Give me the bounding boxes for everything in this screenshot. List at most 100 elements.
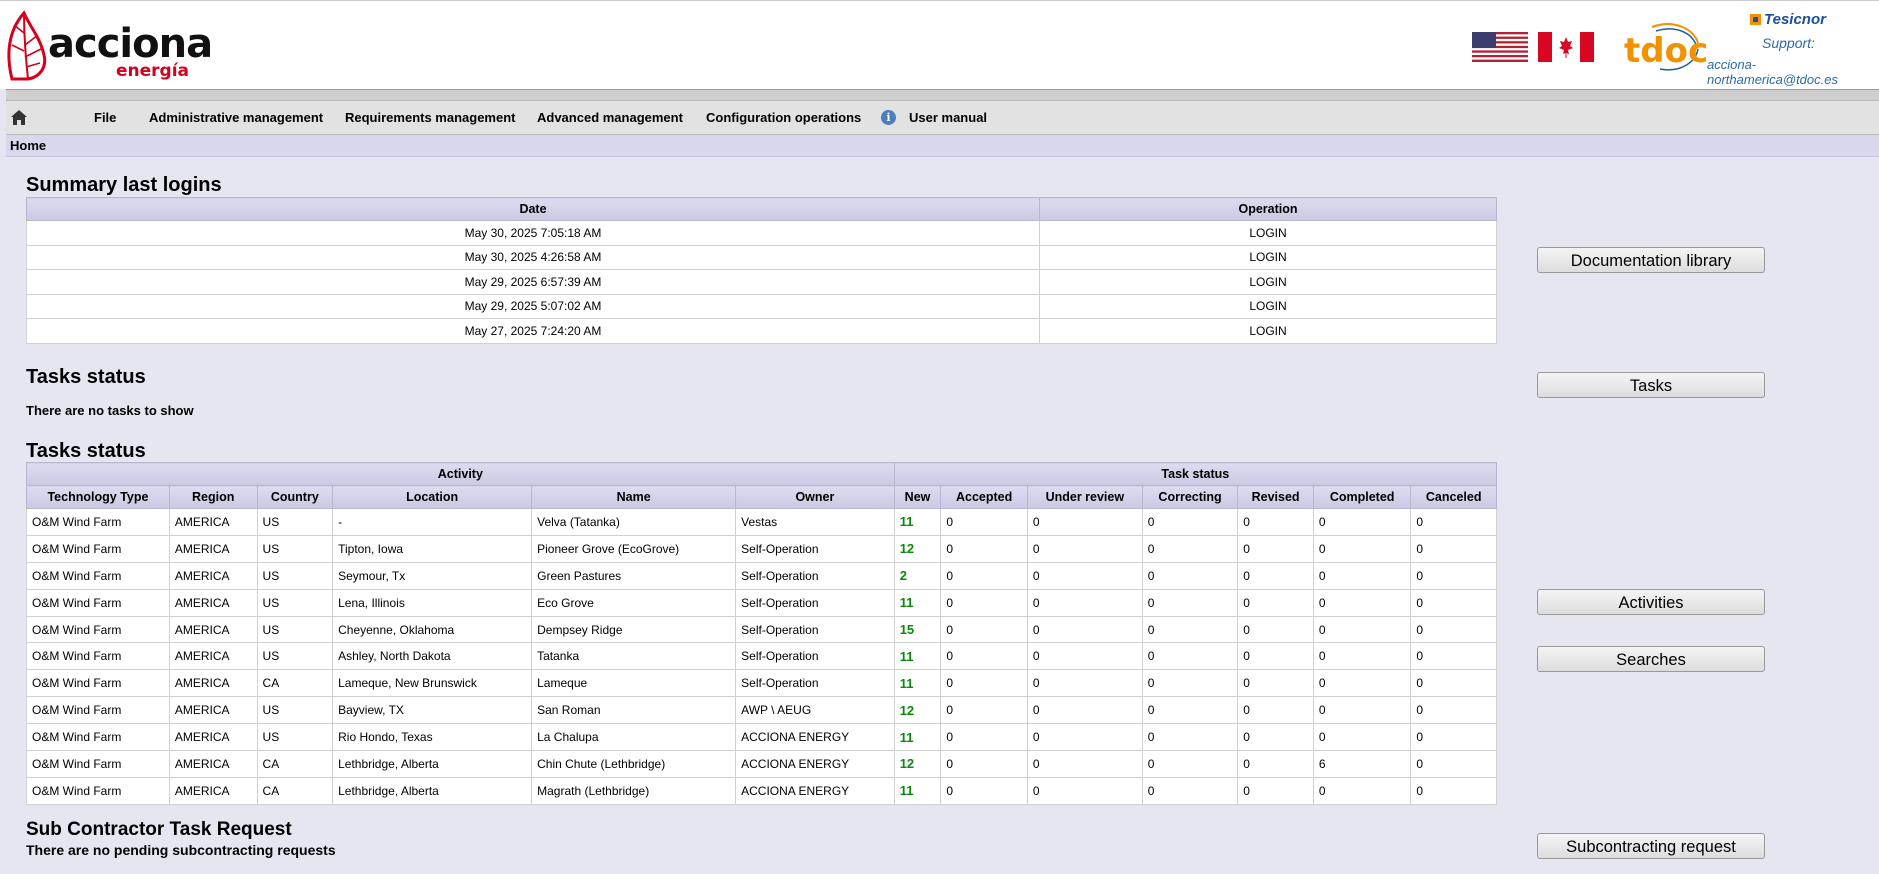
cell-completed[interactable]: 0 xyxy=(1312,534,1412,563)
flag-ca-icon[interactable] xyxy=(1538,32,1594,62)
cell-new[interactable]: 12 xyxy=(893,750,942,778)
cell-canceled[interactable]: 0 xyxy=(1410,534,1497,563)
menu-administrative-management[interactable]: Administrative management xyxy=(149,110,323,125)
cell-accepted[interactable]: 0 xyxy=(940,561,1028,590)
cell-accepted[interactable]: 0 xyxy=(940,669,1028,698)
cell-completed[interactable]: 0 xyxy=(1312,696,1412,725)
cell-completed[interactable]: 0 xyxy=(1312,642,1412,671)
column-header-new[interactable]: New xyxy=(893,485,942,509)
column-header-technology-type[interactable]: Technology Type xyxy=(26,485,170,509)
table-row[interactable]: O&M Wind Farm AMERICA US - Velva (Tatanka) Ve… xyxy=(26,508,1497,536)
searches-button[interactable]: Searches xyxy=(1537,646,1765,672)
cell-canceled[interactable]: 0 xyxy=(1410,723,1497,752)
cell-canceled[interactable]: 0 xyxy=(1410,750,1497,778)
table-row[interactable]: O&M Wind Farm AMERICA CA Lethbridge, Albert… xyxy=(26,776,1497,805)
table-row[interactable]: O&M Wind Farm AMERICA US Rio Hondo, Texas La… xyxy=(26,723,1497,752)
cell-completed[interactable]: 6 xyxy=(1312,750,1412,778)
cell-accepted[interactable]: 0 xyxy=(940,534,1028,563)
cell-correcting[interactable]: 0 xyxy=(1141,642,1239,671)
table-row[interactable]: O&M Wind Farm AMERICA US Cheyenne, Oklahoma… xyxy=(26,615,1497,644)
cell-canceled[interactable]: 0 xyxy=(1410,776,1497,805)
cell-under-review[interactable]: 0 xyxy=(1026,508,1143,536)
cell-new[interactable]: 11 xyxy=(893,776,942,805)
cell-revised[interactable]: 0 xyxy=(1237,696,1314,725)
flag-us-icon[interactable] xyxy=(1472,32,1528,62)
table-row[interactable]: O&M Wind Farm AMERICA US Lena, Illinois Eco … xyxy=(26,588,1497,617)
menu-advanced-management[interactable]: Advanced management xyxy=(537,110,683,125)
cell-canceled[interactable]: 0 xyxy=(1410,696,1497,725)
cell-revised[interactable]: 0 xyxy=(1237,561,1314,590)
cell-completed[interactable]: 0 xyxy=(1312,508,1412,536)
table-row[interactable]: O&M Wind Farm AMERICA CA Lethbridge, Albert… xyxy=(26,750,1497,778)
support-email-link[interactable]: acciona-northamerica@tdoc.es xyxy=(1707,57,1879,87)
column-header-owner[interactable]: Owner xyxy=(735,485,895,509)
cell-revised[interactable]: 0 xyxy=(1237,534,1314,563)
cell-new[interactable]: 12 xyxy=(893,534,942,563)
cell-accepted[interactable]: 0 xyxy=(940,508,1028,536)
column-header-name[interactable]: Name xyxy=(531,485,737,509)
column-header-date[interactable]: Date xyxy=(26,197,1040,221)
cell-new[interactable]: 11 xyxy=(893,642,942,671)
cell-canceled[interactable]: 0 xyxy=(1410,588,1497,617)
column-header-operation[interactable]: Operation xyxy=(1039,197,1497,221)
cell-completed[interactable]: 0 xyxy=(1312,615,1412,644)
cell-canceled[interactable]: 0 xyxy=(1410,561,1497,590)
table-row[interactable]: O&M Wind Farm AMERICA US Bayview, TX San Rom… xyxy=(26,696,1497,725)
table-row[interactable]: O&M Wind Farm AMERICA US Ashley, North Dako… xyxy=(26,642,1497,671)
cell-new[interactable]: 2 xyxy=(893,561,942,590)
tdoc-logo[interactable]: tdoc xyxy=(1622,17,1708,77)
menu-configuration-operations[interactable]: Configuration operations xyxy=(706,110,861,125)
column-header-revised[interactable]: Revised xyxy=(1237,485,1314,509)
cell-under-review[interactable]: 0 xyxy=(1026,588,1143,617)
info-icon[interactable]: i xyxy=(881,110,896,125)
cell-correcting[interactable]: 0 xyxy=(1141,750,1239,778)
table-row[interactable]: O&M Wind Farm AMERICA CA Lameque, New Bruns… xyxy=(26,669,1497,698)
acciona-logo[interactable]: acciona energía xyxy=(4,5,213,83)
cell-accepted[interactable]: 0 xyxy=(940,750,1028,778)
cell-accepted[interactable]: 0 xyxy=(940,723,1028,752)
cell-revised[interactable]: 0 xyxy=(1237,750,1314,778)
cell-under-review[interactable]: 0 xyxy=(1026,534,1143,563)
cell-under-review[interactable]: 0 xyxy=(1026,776,1143,805)
cell-accepted[interactable]: 0 xyxy=(940,615,1028,644)
column-header-completed[interactable]: Completed xyxy=(1312,485,1412,509)
cell-revised[interactable]: 0 xyxy=(1237,508,1314,536)
cell-correcting[interactable]: 0 xyxy=(1141,696,1239,725)
tasks-button[interactable]: Tasks xyxy=(1537,372,1765,398)
cell-correcting[interactable]: 0 xyxy=(1141,723,1239,752)
cell-new[interactable]: 11 xyxy=(893,588,942,617)
cell-completed[interactable]: 0 xyxy=(1312,776,1412,805)
cell-canceled[interactable]: 0 xyxy=(1410,642,1497,671)
cell-new[interactable]: 11 xyxy=(893,723,942,752)
documentation-library-button[interactable]: Documentation library xyxy=(1537,247,1765,273)
column-header-canceled[interactable]: Canceled xyxy=(1410,485,1497,509)
menu-user-manual[interactable]: User manual xyxy=(909,110,987,125)
cell-new[interactable]: 12 xyxy=(893,696,942,725)
cell-under-review[interactable]: 0 xyxy=(1026,669,1143,698)
subcontracting-request-button[interactable]: Subcontracting request xyxy=(1537,833,1765,859)
cell-correcting[interactable]: 0 xyxy=(1141,776,1239,805)
cell-under-review[interactable]: 0 xyxy=(1026,615,1143,644)
cell-revised[interactable]: 0 xyxy=(1237,615,1314,644)
breadcrumb[interactable]: Home xyxy=(10,138,46,153)
column-header-location[interactable]: Location xyxy=(332,485,533,509)
cell-accepted[interactable]: 0 xyxy=(940,776,1028,805)
menu-requirements-management[interactable]: Requirements management xyxy=(345,110,516,125)
column-header-under-review[interactable]: Under review xyxy=(1026,485,1143,509)
cell-completed[interactable]: 0 xyxy=(1312,588,1412,617)
cell-correcting[interactable]: 0 xyxy=(1141,669,1239,698)
cell-revised[interactable]: 0 xyxy=(1237,669,1314,698)
cell-revised[interactable]: 0 xyxy=(1237,776,1314,805)
activities-button[interactable]: Activities xyxy=(1537,589,1765,615)
cell-completed[interactable]: 0 xyxy=(1312,561,1412,590)
cell-completed[interactable]: 0 xyxy=(1312,669,1412,698)
cell-revised[interactable]: 0 xyxy=(1237,588,1314,617)
cell-canceled[interactable]: 0 xyxy=(1410,508,1497,536)
home-icon[interactable] xyxy=(10,109,28,126)
cell-correcting[interactable]: 0 xyxy=(1141,588,1239,617)
cell-new[interactable]: 11 xyxy=(893,669,942,698)
cell-canceled[interactable]: 0 xyxy=(1410,615,1497,644)
table-row[interactable]: O&M Wind Farm AMERICA US Tipton, Iowa Pionee… xyxy=(26,534,1497,563)
cell-under-review[interactable]: 0 xyxy=(1026,642,1143,671)
cell-completed[interactable]: 0 xyxy=(1312,723,1412,752)
